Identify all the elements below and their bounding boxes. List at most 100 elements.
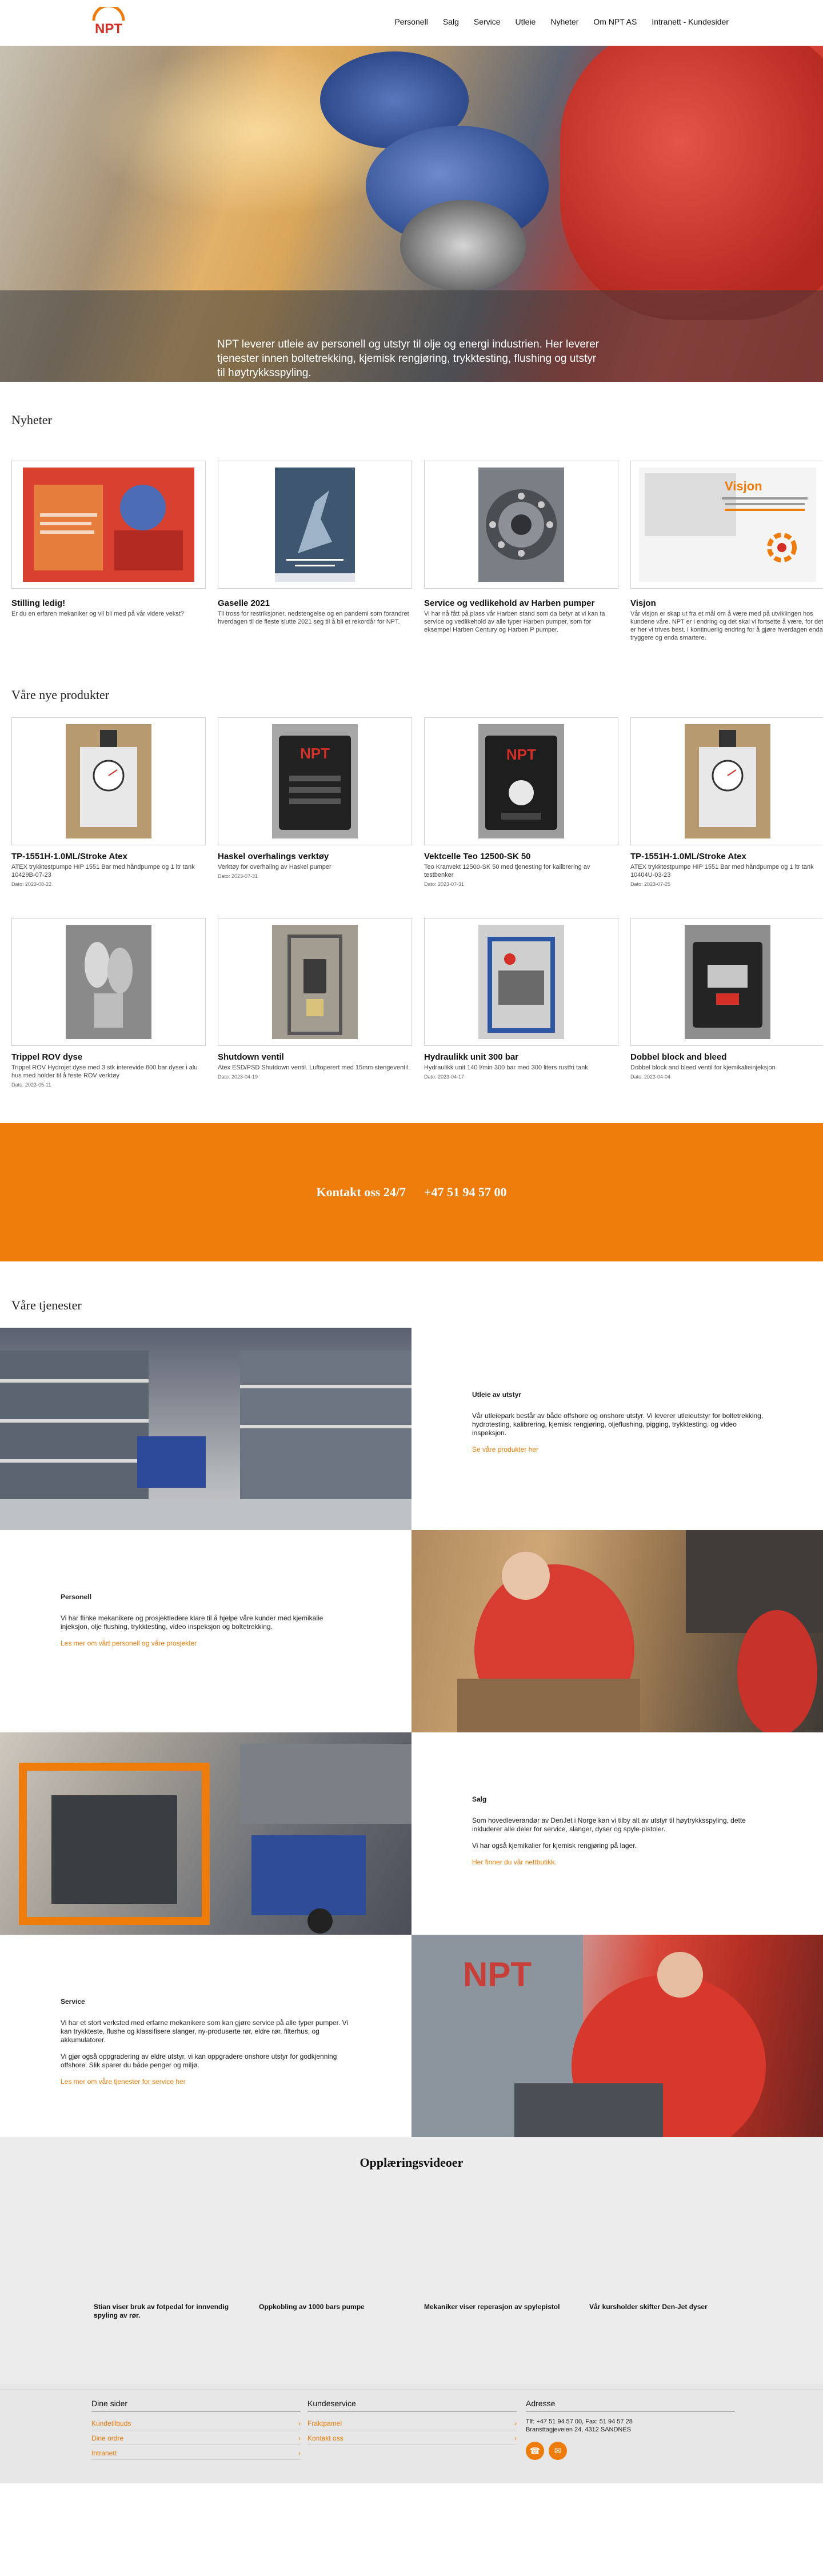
product-card[interactable]: NPT Haskel overhalings verktøy Verktøy f… (218, 717, 412, 888)
service-paragraph: Vi har også kjemikalier for kjemisk reng… (472, 1842, 637, 1850)
services-header: Våre tjenester (0, 1261, 823, 1328)
product-date-0: Dato: 2023-08-22 (11, 881, 52, 887)
training-videos-section: Opplæringsvideoer Stian viser bruk av fo… (0, 2137, 823, 2384)
nav-utleie[interactable]: Utleie (516, 17, 536, 26)
nav-personell[interactable]: Personell (394, 17, 428, 26)
warehouse-shelves (0, 1351, 412, 1530)
video-list: Stian viser bruk av fotpedal for innvend… (94, 2303, 729, 2320)
product-date-6: Dato: 2023-04-17 (424, 1074, 465, 1080)
service-text-panel: Utleie av utstyr Vår utleiepark består a… (412, 1328, 823, 1530)
footer-link-label: Intranett (91, 2449, 117, 2457)
service-link[interactable]: Se våre produkter her (472, 1445, 538, 1453)
service-rental: Utleie av utstyr Vår utleiepark består a… (0, 1328, 823, 1530)
services-title: Våre tjenester (11, 1298, 82, 1312)
load-cell-case-image: NPT (478, 724, 564, 838)
workshop-scene: NPT (412, 1935, 766, 2137)
product-image-frame (424, 918, 618, 1046)
phone-icon[interactable]: ☎ (526, 2442, 544, 2460)
rov-nozzle-image (66, 925, 151, 1039)
svg-text:NPT: NPT (95, 21, 122, 37)
service-paragraph: Vi har et stort verksted med erfarne mek… (61, 2019, 349, 2044)
news-text-1: Til tross for restriksjoner, nedstengels… (218, 610, 409, 625)
shutdown-valve-image (272, 925, 358, 1039)
svg-text:NPT: NPT (463, 1955, 532, 1994)
news-title-3: Visjon (630, 598, 656, 608)
footer-link[interactable]: Intranett › (91, 2447, 301, 2460)
footer-link[interactable]: Dine ordre › (91, 2433, 301, 2445)
news-section: Nyheter Stilling ledig! Er du en erfaren… (0, 382, 823, 642)
product-card[interactable]: Dobbel block and bleed Dobbel block and … (630, 918, 823, 1089)
product-image-frame (11, 918, 206, 1046)
service-link[interactable]: Les mer om vårt personell og våre prosje… (61, 1639, 197, 1647)
product-card[interactable]: Shutdown ventil Atex ESD/PSD Shutdown ve… (218, 918, 412, 1089)
service-text-panel: Salg Som hovedleverandør av DenJet i Nor… (412, 1732, 823, 1935)
npt-logo[interactable]: NPT (90, 7, 127, 37)
product-date-3: Dato: 2023-07-25 (630, 881, 671, 887)
service-paragraph: Vår utleiepark består av både offshore o… (472, 1412, 764, 1437)
nav-intranett[interactable]: Intranett - Kundesider (652, 17, 729, 26)
service-heading: Utleie av utstyr (472, 1391, 522, 1399)
news-card[interactable]: Service og vedlikehold av Harben pumper … (424, 461, 618, 642)
hydraulic-unit-image (478, 925, 564, 1039)
product-card[interactable]: TP-1551H-1.0ML/Stroke Atex ATEX trykktes… (11, 717, 206, 888)
product-image-frame (630, 717, 823, 845)
product-text-7: Dobbel block and bleed ventil for kjemik… (630, 1064, 776, 1071)
news-title-2: Service og vedlikehold av Harben pumper (424, 598, 595, 608)
product-image-frame (218, 918, 412, 1046)
hero-part-image (400, 200, 526, 291)
footer-link-label: Fraktpamel (307, 2419, 342, 2427)
video-item[interactable]: Oppkobling av 1000 bars pumpe (259, 2303, 399, 2320)
product-text-6: Hydraulikk unit 140 l/min 300 bar med 30… (424, 1064, 588, 1071)
service-paragraph: Som hovedleverandør av DenJet i Norge ka… (472, 1816, 746, 1833)
product-text-1: Verktøy for overhaling av Haskel pumper (218, 864, 331, 870)
nav-om-npt[interactable]: Om NPT AS (593, 17, 637, 26)
svg-text:NPT: NPT (506, 746, 536, 763)
footer-phone: Tlf: +47 51 94 57 00, Fax: 51 94 57 28 (526, 2418, 633, 2425)
chevron-right-icon: › (298, 2449, 301, 2457)
product-card[interactable]: Hydraulikk unit 300 bar Hydraulikk unit … (424, 918, 618, 1089)
product-text-2: Teo Kranvekt 12500-SK 50 med tjenesting … (424, 864, 590, 878)
nav-service[interactable]: Service (474, 17, 501, 26)
pump-unit-scene (19, 1744, 412, 1934)
video-item[interactable]: Mekaniker viser reperasjon av spylepisto… (424, 2303, 564, 2320)
service-link[interactable]: Her finner du vår nettbutikk. (472, 1858, 556, 1866)
contact-banner: Kontakt oss 24/7 +47 51 94 57 00 (0, 1123, 823, 1261)
footer-contact-icons: ☎ ✉ (526, 2442, 735, 2460)
site-footer: Dine sider Kundetilbuds › Dine ordre › Int… (0, 2384, 823, 2483)
product-text-4: Trippel ROV Hydrojet dyse med 3 stk inte… (11, 1064, 198, 1079)
service-link[interactable]: Les mer om våre tjenester for service he… (61, 2078, 186, 2086)
mechanic-scene (457, 1530, 823, 1732)
products-title: Våre nye produkter (11, 688, 110, 702)
product-card[interactable]: NPT Vektcelle Teo 12500-SK 50 Teo Kranve… (424, 717, 618, 888)
contact-phone-link[interactable]: +47 51 94 57 00 (424, 1185, 507, 1200)
product-card[interactable]: Trippel ROV dyse Trippel ROV Hydrojet dy… (11, 918, 206, 1089)
chevron-right-icon: › (298, 2434, 301, 2442)
service-paragraph: Vi har flinke mekanikere og prosjektlede… (61, 1614, 323, 1631)
news-image-frame (424, 461, 618, 589)
pump-product-image (685, 724, 770, 838)
mechanic-image (412, 1530, 823, 1732)
video-item[interactable]: Vår kursholder skifter Den-Jet dyser (589, 2303, 729, 2320)
nav-salg[interactable]: Salg (443, 17, 459, 26)
service-heading: Personell (61, 1593, 92, 1601)
product-date-5: Dato: 2023-04-19 (218, 1074, 258, 1080)
news-card[interactable]: Visjon Visjon Vår visjon er skap ut fra … (630, 461, 823, 642)
product-card[interactable]: TP-1551H-1.0ML/Stroke Atex ATEX trykktes… (630, 717, 823, 888)
footer-link[interactable]: Kontakt oss › (307, 2433, 517, 2445)
products-section: Våre nye produkter TP-1551H-1.0ML/Stroke… (0, 642, 823, 1089)
svg-text:NPT: NPT (300, 745, 330, 762)
workshop-image: NPT (412, 1935, 823, 2137)
nav-nyheter[interactable]: Nyheter (550, 17, 578, 26)
footer-link[interactable]: Fraktpamel › (307, 2418, 517, 2430)
chevron-right-icon: › (514, 2434, 517, 2442)
footer-link-label: Kundetilbuds (91, 2419, 131, 2427)
news-card[interactable]: Gaselle 2021 Til tross for restriksjoner… (218, 461, 412, 642)
product-title-2: Vektcelle Teo 12500-SK 50 (424, 852, 531, 861)
product-title-1: Haskel overhalings verktøy (218, 852, 329, 861)
mail-icon[interactable]: ✉ (549, 2442, 567, 2460)
product-title-4: Trippel ROV dyse (11, 1052, 83, 1062)
news-card[interactable]: Stilling ledig! Er du en erfaren mekanik… (11, 461, 206, 642)
footer-link[interactable]: Kundetilbuds › (91, 2418, 301, 2430)
product-date-4: Dato: 2023-05-11 (11, 1082, 51, 1088)
video-item[interactable]: Stian viser bruk av fotpedal for innvend… (94, 2303, 234, 2320)
